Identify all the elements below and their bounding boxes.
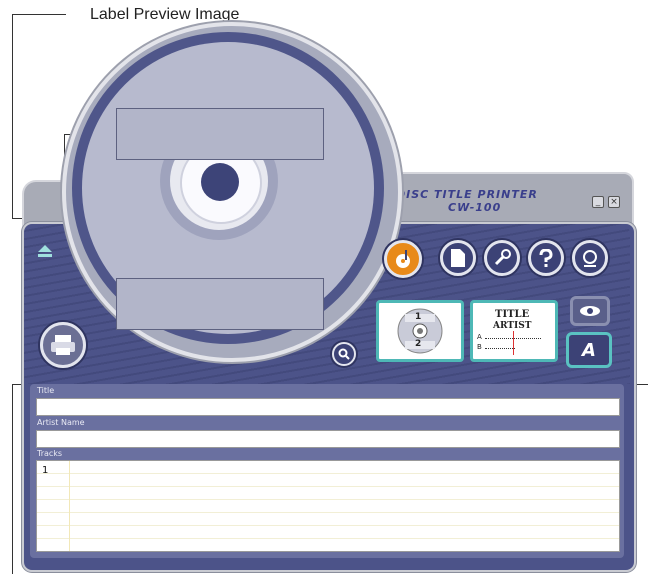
callout-line (12, 384, 13, 574)
minimize-button[interactable]: _ (592, 196, 604, 208)
callout-line (12, 14, 13, 218)
help-button[interactable] (528, 240, 564, 276)
tracks-column-divider (69, 461, 70, 551)
artist-label: Artist Name (37, 418, 85, 427)
disc-hole (201, 163, 239, 201)
title-input[interactable] (36, 398, 620, 416)
music-disc-icon (396, 250, 410, 268)
layout-num-2: 2 (415, 339, 422, 349)
card-title-text: TITLE (495, 309, 530, 320)
print-button[interactable] (40, 322, 86, 368)
zoom-button[interactable] (332, 342, 356, 366)
settings-button[interactable] (484, 240, 520, 276)
preview-button[interactable] (570, 296, 610, 326)
app-title: DISC TITLE PRINTER (396, 188, 538, 201)
magnifier-icon (338, 348, 350, 360)
eject-icon[interactable] (38, 242, 52, 257)
globe-icon (583, 250, 597, 267)
document-icon (451, 249, 465, 267)
disc-mode-button[interactable] (384, 240, 422, 278)
about-button[interactable] (572, 240, 608, 276)
artist-input[interactable] (36, 430, 620, 448)
label-preview-callout: Label Preview Image (90, 6, 240, 23)
tracks-label: Tracks (37, 449, 63, 458)
title-label: Title (37, 386, 55, 395)
font-button[interactable]: A (566, 332, 612, 368)
close-button[interactable]: × (608, 196, 620, 208)
eye-icon (580, 306, 600, 316)
disc-layout-card[interactable]: 1 2 (376, 300, 464, 362)
font-letter-icon: A (582, 339, 596, 361)
help-icon (539, 249, 553, 267)
preview-artist-area[interactable] (116, 278, 324, 330)
preview-title-area[interactable] (116, 108, 324, 160)
tracks-list[interactable]: 1 (36, 460, 620, 552)
callout-line (12, 14, 66, 15)
app-model: CW-100 (448, 201, 502, 214)
card-marker (513, 331, 514, 355)
card-artist-text: ARTIST (493, 321, 532, 331)
wrench-icon (494, 249, 511, 266)
card-line-b: B (477, 343, 482, 351)
text-layout-card[interactable]: TITLE ARTIST A B (470, 300, 558, 362)
layout-num-1: 1 (415, 312, 422, 322)
track-number: 1 (42, 465, 49, 476)
card-dotted-line (485, 348, 515, 349)
new-document-button[interactable] (440, 240, 476, 276)
card-line-a: A (477, 333, 482, 341)
printer-icon (51, 335, 75, 355)
callout-line (636, 384, 648, 385)
